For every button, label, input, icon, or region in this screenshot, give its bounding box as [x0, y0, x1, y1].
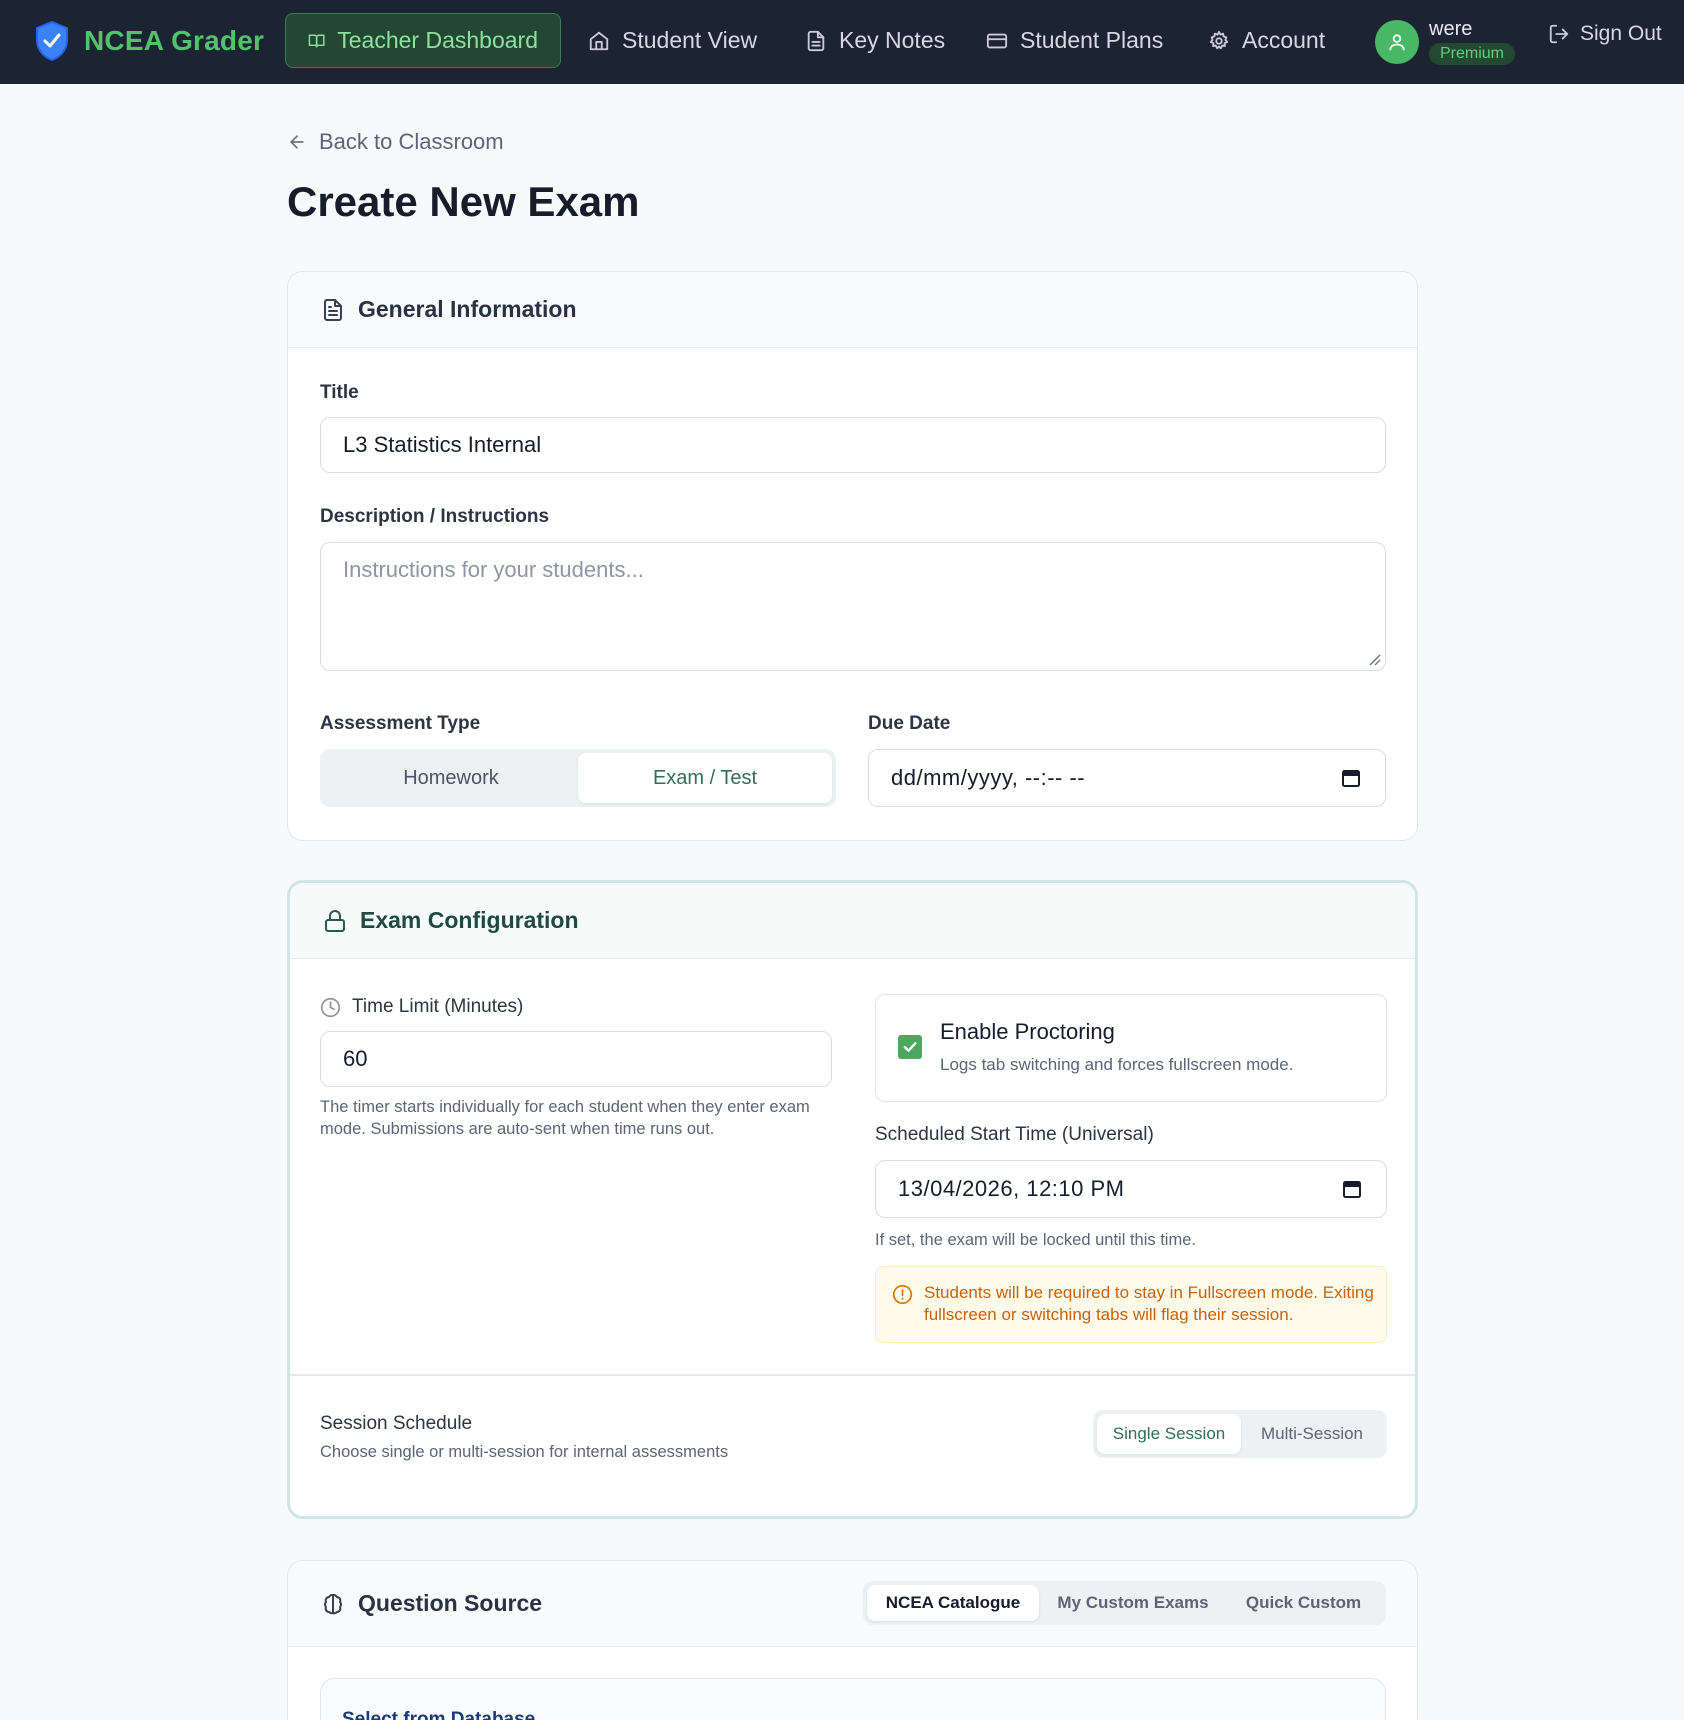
title-label: Title [320, 382, 359, 403]
arrow-left-icon [290, 135, 304, 149]
back-to-classroom-link[interactable]: Back to Classroom [287, 129, 504, 155]
description-textarea[interactable]: Instructions for your students... [320, 542, 1386, 671]
due-date-input[interactable]: dd/mm/yyyy, --:-- -- [868, 749, 1386, 807]
nav-key-notes[interactable]: Key Notes [805, 13, 945, 68]
nav-label: Student View [622, 27, 758, 53]
avatar [1375, 19, 1419, 64]
log-out-icon [1549, 24, 1569, 44]
proctoring-checkbox[interactable] [898, 1035, 922, 1059]
time-limit-label-row: Time Limit (Minutes) [320, 996, 523, 1018]
section-title: General Information [358, 296, 577, 322]
tab-ncea-catalogue[interactable]: NCEA Catalogue [867, 1585, 1039, 1621]
exam-configuration-card: Exam Configuration Time Limit (Minutes) … [287, 880, 1418, 1519]
time-limit-helper: The timer starts individually for each s… [320, 1098, 810, 1138]
card-header: Question Source NCEA Catalogue My Custom… [288, 1561, 1417, 1647]
check-icon [903, 1042, 917, 1052]
scheduled-start-helper: If set, the exam will be locked until th… [875, 1231, 1196, 1249]
session-schedule-toggle: Single Session Multi-Session [1093, 1410, 1387, 1458]
select-from-database-title: Select from Database [342, 1709, 536, 1720]
card-header: Exam Configuration [290, 883, 1415, 959]
description-label: Description / Instructions [320, 506, 550, 527]
brain-icon [323, 1593, 343, 1614]
sign-out-button[interactable]: Sign Out [1548, 22, 1662, 46]
question-source-tabs: NCEA Catalogue My Custom Exams Quick Cus… [863, 1581, 1386, 1625]
proctoring-description: Logs tab switching and forces fullscreen… [940, 1055, 1294, 1074]
lock-icon [325, 909, 345, 932]
calendar-icon[interactable] [1342, 1179, 1362, 1199]
description-placeholder: Instructions for your students... [343, 557, 644, 582]
card-header: General Information [288, 272, 1417, 348]
assessment-type-toggle: Homework Exam / Test [320, 749, 836, 807]
brand[interactable]: NCEA Grader [34, 20, 264, 62]
proctoring-title: Enable Proctoring [940, 1019, 1115, 1044]
session-schedule-title: Session Schedule [320, 1413, 473, 1434]
scheduled-start-value: 13/04/2026, 12:10 PM [898, 1176, 1125, 1201]
database-selector-panel: Select from Database [320, 1678, 1386, 1720]
title-value: L3 Statistics Internal [343, 432, 542, 457]
shield-check-icon [36, 20, 68, 62]
due-date-label: Due Date [868, 713, 951, 734]
clock-icon [320, 997, 341, 1017]
warning-text: Students will be required to stay in Ful… [924, 1283, 1374, 1324]
user-name: were [1429, 18, 1473, 40]
nav-label: Account [1242, 27, 1326, 53]
time-limit-label: Time Limit (Minutes) [352, 996, 524, 1017]
session-schedule-description: Choose single or multi-session for inter… [320, 1443, 729, 1461]
session-option-single[interactable]: Single Session [1097, 1414, 1241, 1454]
assessment-type-label: Assessment Type [320, 713, 481, 734]
question-source-card: Question Source NCEA Catalogue My Custom… [287, 1560, 1418, 1720]
file-text-icon [807, 30, 825, 51]
due-date-value: dd/mm/yyyy, --:-- -- [891, 765, 1086, 790]
plan-badge: Premium [1429, 43, 1516, 65]
title-input[interactable]: L3 Statistics Internal [320, 417, 1386, 473]
proctoring-option[interactable]: Enable Proctoring Logs tab switching and… [875, 994, 1387, 1102]
nav-account[interactable]: Account [1208, 13, 1325, 68]
tab-my-custom-exams[interactable]: My Custom Exams [1043, 1585, 1223, 1621]
section-title: Exam Configuration [360, 907, 579, 933]
gear-icon [1209, 30, 1229, 49]
page-title: Create New Exam [287, 178, 640, 225]
file-text-icon [324, 298, 342, 321]
nav-student-plans[interactable]: Student Plans [986, 13, 1163, 68]
nav-label: Key Notes [839, 27, 946, 53]
nav-label: Teacher Dashboard [337, 27, 538, 53]
time-limit-value: 60 [343, 1046, 368, 1071]
divider [290, 1374, 1415, 1376]
back-label: Back to Classroom [319, 129, 504, 154]
book-open-icon [308, 34, 325, 47]
time-limit-input[interactable]: 60 [320, 1031, 832, 1087]
assessment-option-homework[interactable]: Homework [324, 753, 578, 803]
brand-name: NCEA Grader [84, 25, 265, 56]
tab-quick-custom[interactable]: Quick Custom [1225, 1585, 1382, 1621]
home-icon [589, 31, 609, 50]
session-option-multi[interactable]: Multi-Session [1241, 1414, 1383, 1454]
user-icon [1389, 33, 1405, 50]
resize-grip-icon[interactable] [1367, 652, 1381, 666]
fullscreen-warning: Students will be required to stay in Ful… [875, 1266, 1387, 1343]
nav-teacher-dashboard[interactable]: Teacher Dashboard [285, 13, 561, 68]
alert-circle-icon [892, 1284, 913, 1305]
user-menu[interactable]: were Premium [1375, 18, 1516, 65]
sign-out-label: Sign Out [1580, 22, 1662, 45]
scheduled-start-label: Scheduled Start Time (Universal) [875, 1124, 1154, 1145]
section-title: Question Source [358, 1590, 543, 1616]
top-navbar: NCEA Grader Teacher Dashboard Student Vi… [0, 0, 1684, 84]
nav-student-view[interactable]: Student View [588, 13, 757, 68]
calendar-icon[interactable] [1341, 768, 1361, 788]
nav-label: Student Plans [1020, 27, 1164, 53]
credit-card-icon [986, 33, 1008, 48]
general-information-card: General Information Title L3 Statistics … [287, 271, 1418, 841]
assessment-option-exam[interactable]: Exam / Test [578, 753, 832, 803]
scheduled-start-input[interactable]: 13/04/2026, 12:10 PM [875, 1160, 1387, 1218]
